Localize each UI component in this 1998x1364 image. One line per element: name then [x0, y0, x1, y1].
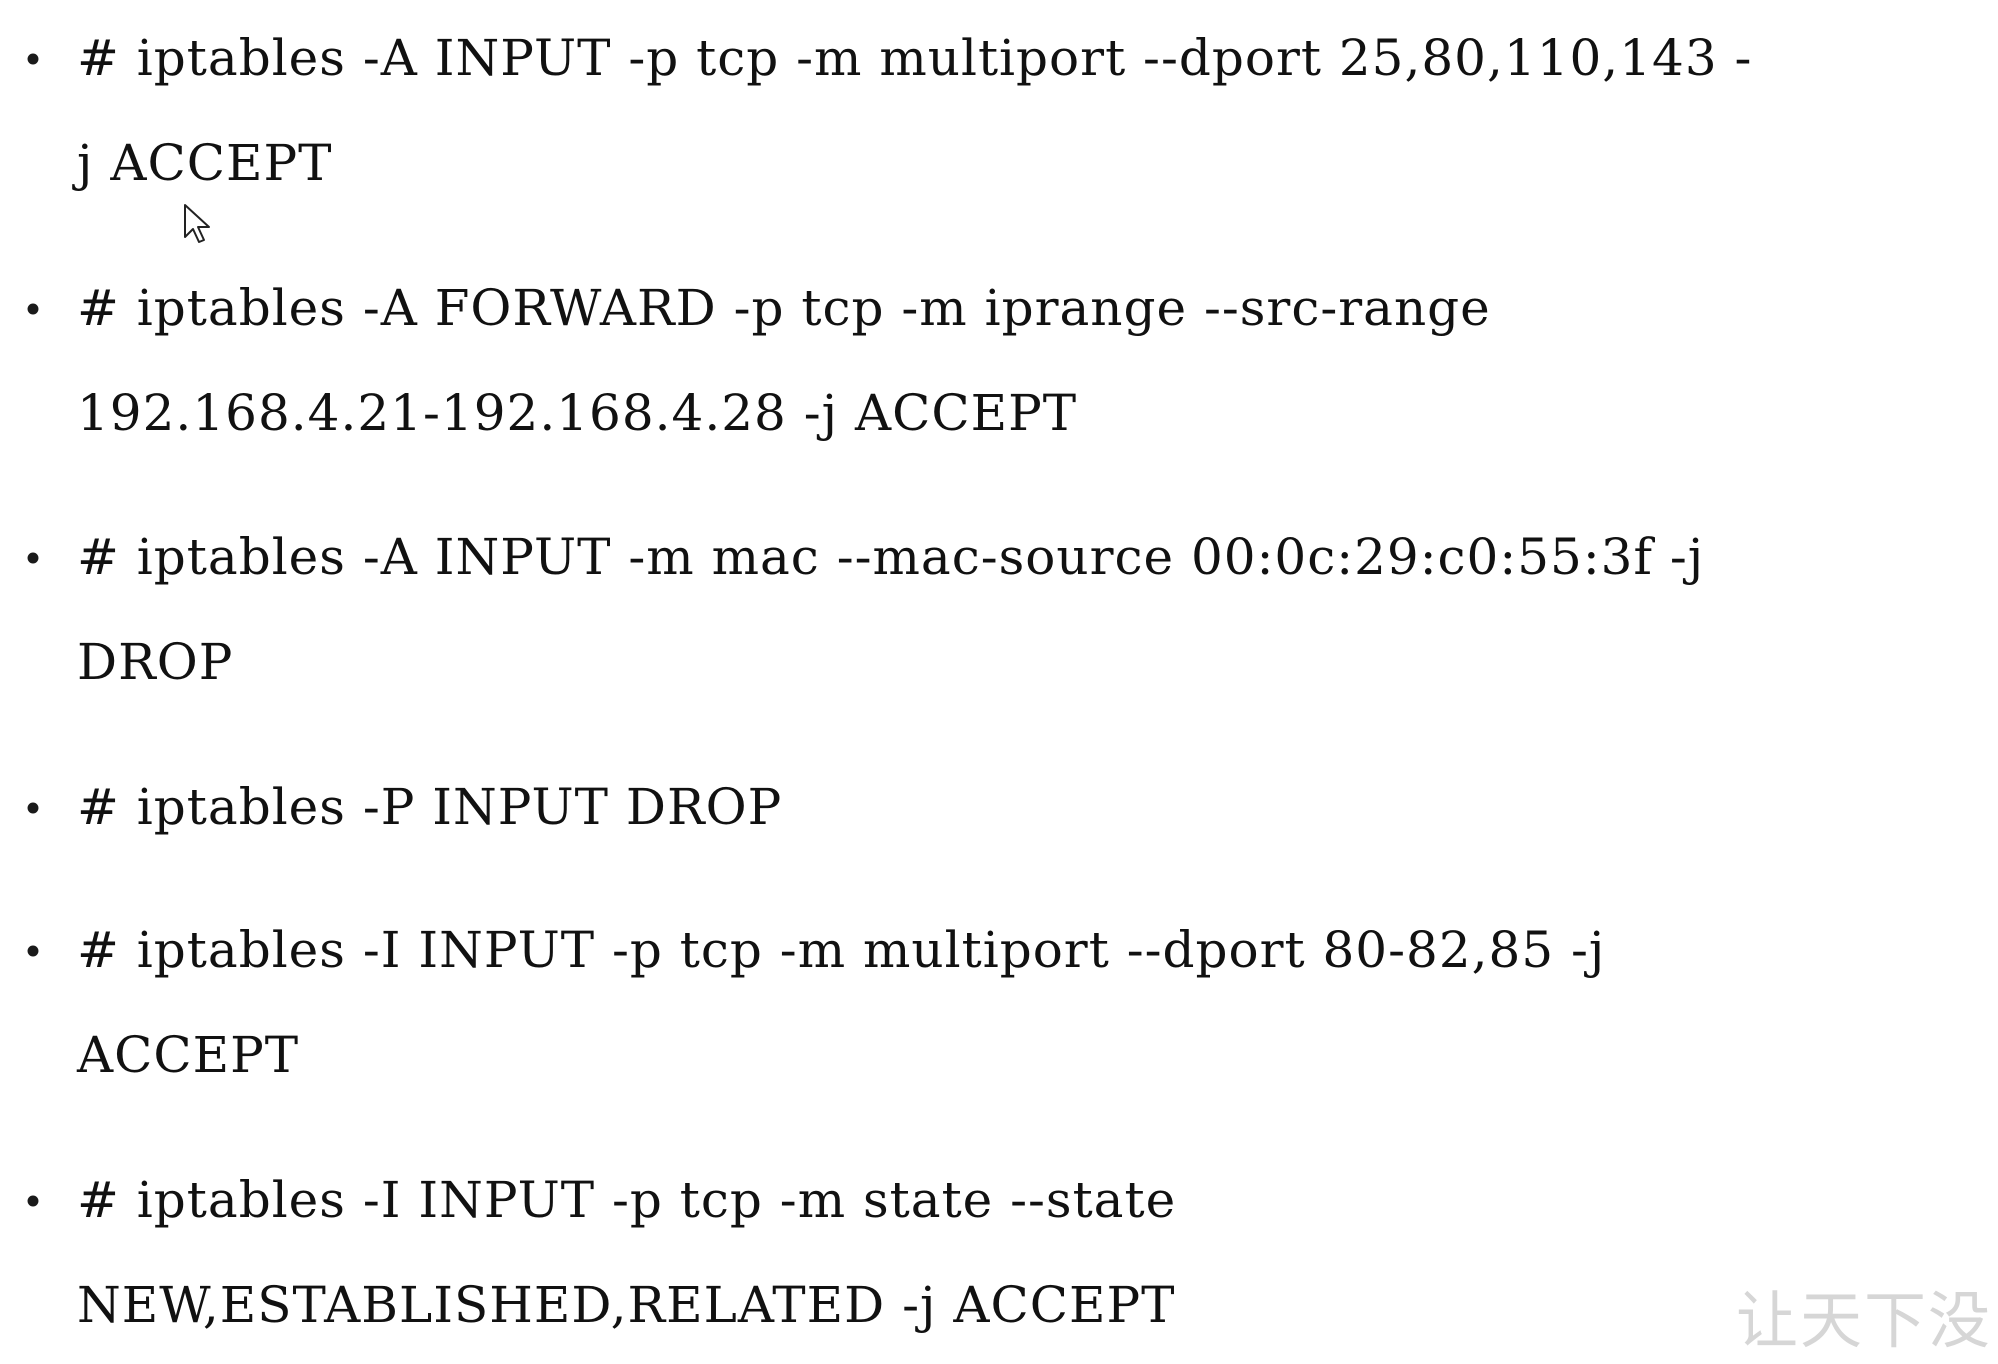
mouse-pointer-icon — [184, 204, 210, 243]
bullet-icon — [27, 802, 39, 814]
command-line: # iptables -A INPUT -p tcp -m multiport … — [77, 29, 1753, 87]
command-line: # iptables -P INPUT DROP — [77, 778, 783, 836]
command-line-continued: DROP — [77, 633, 234, 691]
bullet-icon — [27, 1195, 39, 1207]
bullet-icon — [27, 53, 39, 65]
watermark-text: 让天下没 — [1735, 1284, 1992, 1357]
bullet-icon — [27, 945, 39, 957]
command-line-continued: j ACCEPT — [77, 134, 333, 192]
command-line-continued: ACCEPT — [77, 1026, 300, 1084]
command-line: # iptables -A INPUT -m mac --mac-source … — [77, 528, 1705, 586]
command-line: # iptables -A FORWARD -p tcp -m iprange … — [77, 279, 1491, 337]
command-line: # iptables -I INPUT -p tcp -m multiport … — [77, 921, 1606, 979]
command-list: # iptables -A INPUT -p tcp -m multiport … — [0, 0, 1998, 1364]
bullet-icon — [27, 303, 39, 315]
command-line-continued: NEW,ESTABLISHED,RELATED -j ACCEPT — [77, 1276, 1176, 1334]
command-line-continued: 192.168.4.21-192.168.4.28 -j ACCEPT — [77, 384, 1078, 442]
bullet-icon — [27, 552, 39, 564]
command-line: # iptables -I INPUT -p tcp -m state --st… — [77, 1171, 1177, 1229]
